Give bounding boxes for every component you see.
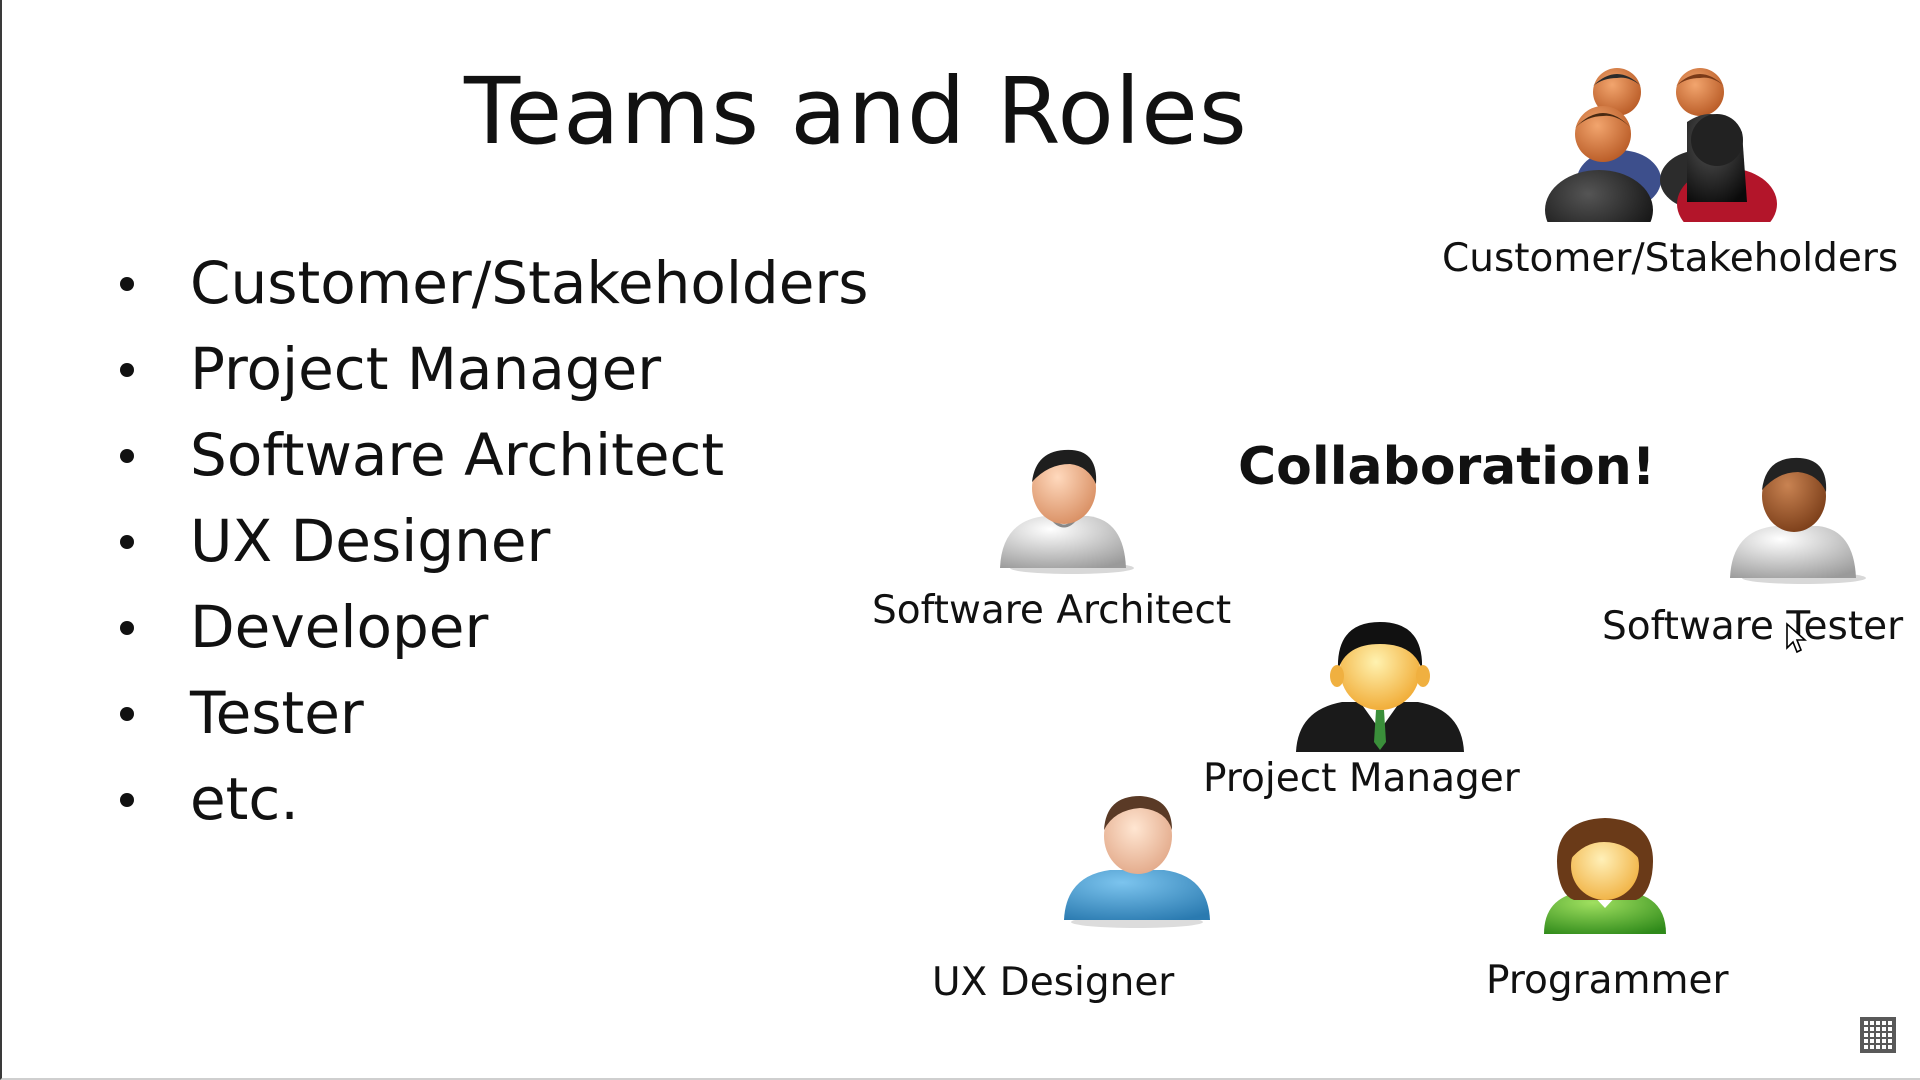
manager-icon bbox=[1296, 622, 1464, 752]
figure-label-tester: Software Tester bbox=[1602, 604, 1904, 649]
qr-code-icon bbox=[1860, 1017, 1896, 1053]
slide-title: Teams and Roles bbox=[464, 58, 1248, 165]
collaboration-heading: Collaboration! bbox=[1238, 437, 1656, 497]
roles-bullet-list: Customer/Stakeholders Project Manager So… bbox=[110, 240, 869, 842]
figure-label-ux-designer: UX Designer bbox=[932, 960, 1175, 1005]
person-icon bbox=[1000, 449, 1134, 574]
bullet-item: Project Manager bbox=[110, 326, 869, 412]
people-group-icon bbox=[1545, 68, 1777, 222]
mouse-cursor-icon bbox=[1786, 622, 1807, 654]
slide: Teams and Roles Customer/Stakeholders Pr… bbox=[0, 0, 1920, 1080]
bullet-item: Software Architect bbox=[110, 412, 869, 498]
bullet-item: Customer/Stakeholders bbox=[110, 240, 869, 326]
figure-label-customer: Customer/Stakeholders bbox=[1442, 236, 1899, 281]
figure-label-programmer: Programmer bbox=[1486, 958, 1729, 1003]
bullet-item: Tester bbox=[110, 670, 869, 756]
person-icon bbox=[1730, 457, 1866, 584]
bullet-item: etc. bbox=[110, 756, 869, 842]
figure-label-project-manager: Project Manager bbox=[1203, 756, 1520, 801]
person-icon bbox=[1544, 818, 1666, 934]
person-icon bbox=[1064, 796, 1210, 928]
bullet-item: Developer bbox=[110, 584, 869, 670]
bullet-item: UX Designer bbox=[110, 498, 869, 584]
figure-label-architect: Software Architect bbox=[872, 588, 1232, 633]
